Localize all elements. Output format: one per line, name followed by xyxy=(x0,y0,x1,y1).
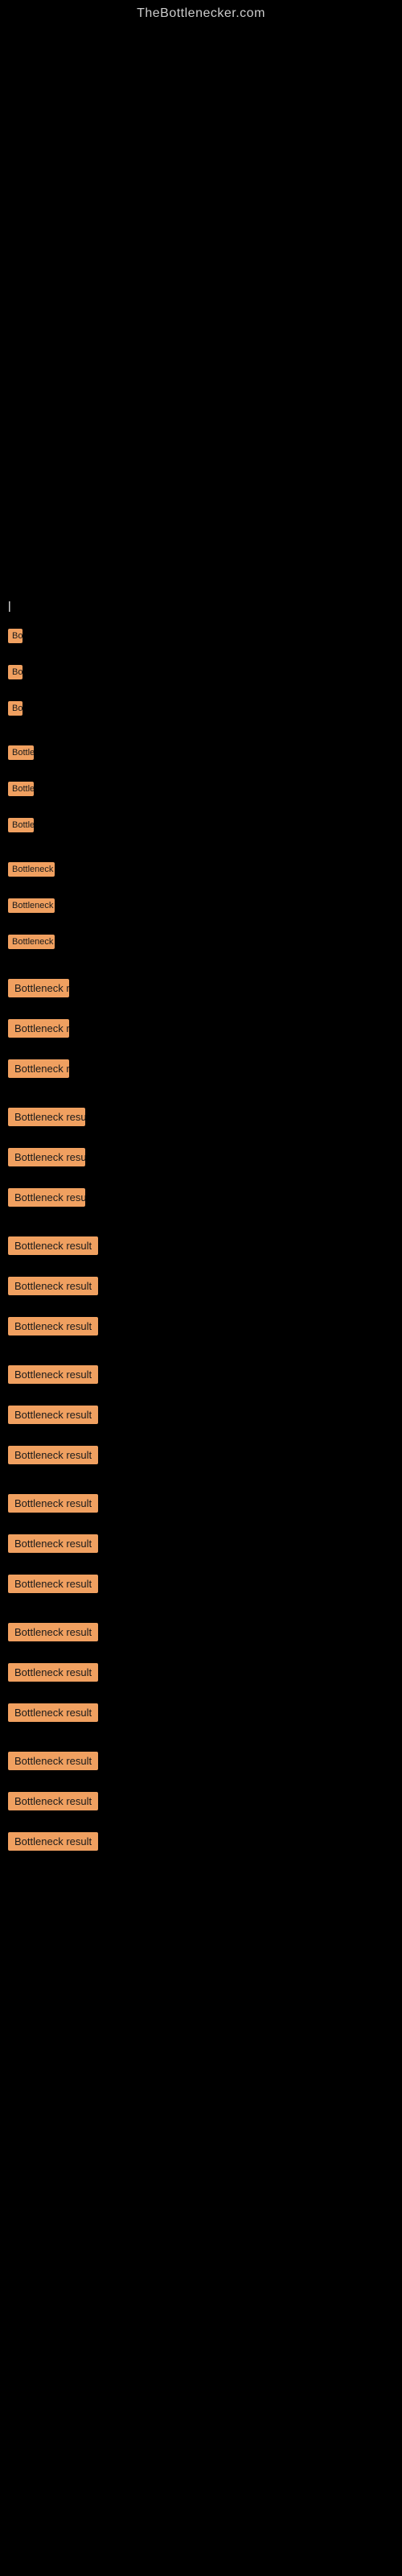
bottleneck-badge[interactable]: Bottleneck result xyxy=(8,745,34,760)
items-container: Bottleneck result Bottleneck result Bottle… xyxy=(0,620,402,1864)
list-item: Bottleneck result xyxy=(0,1139,402,1179)
list-item: Bottleneck result xyxy=(0,1783,402,1823)
list-item: Bottleneck result xyxy=(0,1179,402,1220)
list-item: Bottleneck result xyxy=(0,1356,402,1397)
list-item: Bottleneck result xyxy=(0,1614,402,1654)
list-item: Bottleneck result xyxy=(0,1228,402,1268)
list-item: Bottleneck result xyxy=(0,1268,402,1308)
list-item: Bottleneck result xyxy=(0,1654,402,1695)
bottleneck-badge[interactable]: Bottleneck result xyxy=(8,935,55,949)
list-item: Bottleneck result xyxy=(0,737,402,773)
list-item: Bottleneck result xyxy=(0,1010,402,1051)
bottleneck-badge[interactable]: Bottleneck result xyxy=(8,1059,69,1078)
bottleneck-badge[interactable]: Bottleneck result xyxy=(8,1019,69,1038)
bottleneck-badge[interactable]: Bottleneck result xyxy=(8,782,34,796)
bottleneck-badge[interactable]: Bottleneck result xyxy=(8,629,23,643)
bottleneck-badge[interactable]: Bottleneck result xyxy=(8,1446,98,1464)
bottleneck-badge[interactable]: Bottleneck result xyxy=(8,1703,98,1722)
bottleneck-badge[interactable]: Bottleneck result xyxy=(8,1663,98,1682)
bottleneck-badge[interactable]: Bottleneck result xyxy=(8,1575,98,1593)
bottleneck-badge[interactable]: Bottleneck result xyxy=(8,1188,85,1207)
list-item: Bottleneck result xyxy=(0,809,402,845)
list-item: Bottleneck result xyxy=(0,1823,402,1864)
list-item: Bottleneck result xyxy=(0,1397,402,1437)
bottleneck-badge[interactable]: Bottleneck result xyxy=(8,1236,98,1255)
list-item: Bottleneck result xyxy=(0,620,402,656)
list-item: Bottleneck result xyxy=(0,1525,402,1566)
list-item: Bottleneck result xyxy=(0,853,402,890)
bottleneck-badge[interactable]: Bottleneck result xyxy=(8,1792,98,1810)
bottleneck-badge[interactable]: Bottleneck result xyxy=(8,862,55,877)
bottleneck-badge[interactable]: Bottleneck result xyxy=(8,898,55,913)
list-item: Bottleneck result xyxy=(0,1099,402,1139)
list-item: Bottleneck result xyxy=(0,1743,402,1783)
bottleneck-badge[interactable]: Bottleneck result xyxy=(8,1406,98,1424)
bottleneck-badge[interactable]: Bottleneck result xyxy=(8,1832,98,1851)
bottleneck-badge[interactable]: Bottleneck result xyxy=(8,701,23,716)
bottleneck-badge[interactable]: Bottleneck result xyxy=(8,1365,98,1384)
list-item: Bottleneck result xyxy=(0,890,402,926)
list-item: Bottleneck result xyxy=(0,773,402,809)
site-header: TheBottlenecker.com xyxy=(0,0,402,27)
bottleneck-badge[interactable]: Bottleneck result xyxy=(8,1752,98,1770)
list-item: Bottleneck result xyxy=(0,692,402,729)
list-item: Bottleneck result xyxy=(0,1437,402,1477)
list-item: Bottleneck result xyxy=(0,1051,402,1091)
bottleneck-badge[interactable]: Bottleneck result xyxy=(8,1108,85,1126)
site-title: TheBottlenecker.com xyxy=(0,0,402,27)
bottleneck-badge[interactable]: Bottleneck result xyxy=(8,665,23,679)
list-item: Bottleneck result xyxy=(0,1566,402,1606)
list-item: Bottleneck result xyxy=(0,970,402,1010)
list-item: Bottleneck result xyxy=(0,1308,402,1348)
bottleneck-badge[interactable]: Bottleneck result xyxy=(8,1623,98,1641)
bottleneck-badge[interactable]: Bottleneck result xyxy=(8,1277,98,1295)
page-container: TheBottlenecker.com | Bottleneck resultB… xyxy=(0,0,402,1864)
list-item: Bottleneck result xyxy=(0,1485,402,1525)
bottleneck-badge[interactable]: Bottleneck result xyxy=(8,1317,98,1335)
bottleneck-badge[interactable]: Bottleneck result xyxy=(8,1494,98,1513)
chart-area xyxy=(0,27,402,591)
bottleneck-badge[interactable]: Bottleneck result xyxy=(8,979,69,997)
cursor-line: | xyxy=(0,591,402,620)
bottleneck-badge[interactable]: Bottleneck result xyxy=(8,1148,85,1166)
list-item: Bottleneck result xyxy=(0,926,402,962)
bottleneck-badge[interactable]: Bottleneck result xyxy=(8,818,34,832)
list-item: Bottleneck result xyxy=(0,656,402,692)
bottleneck-badge[interactable]: Bottleneck result xyxy=(8,1534,98,1553)
list-item: Bottleneck result xyxy=(0,1695,402,1735)
